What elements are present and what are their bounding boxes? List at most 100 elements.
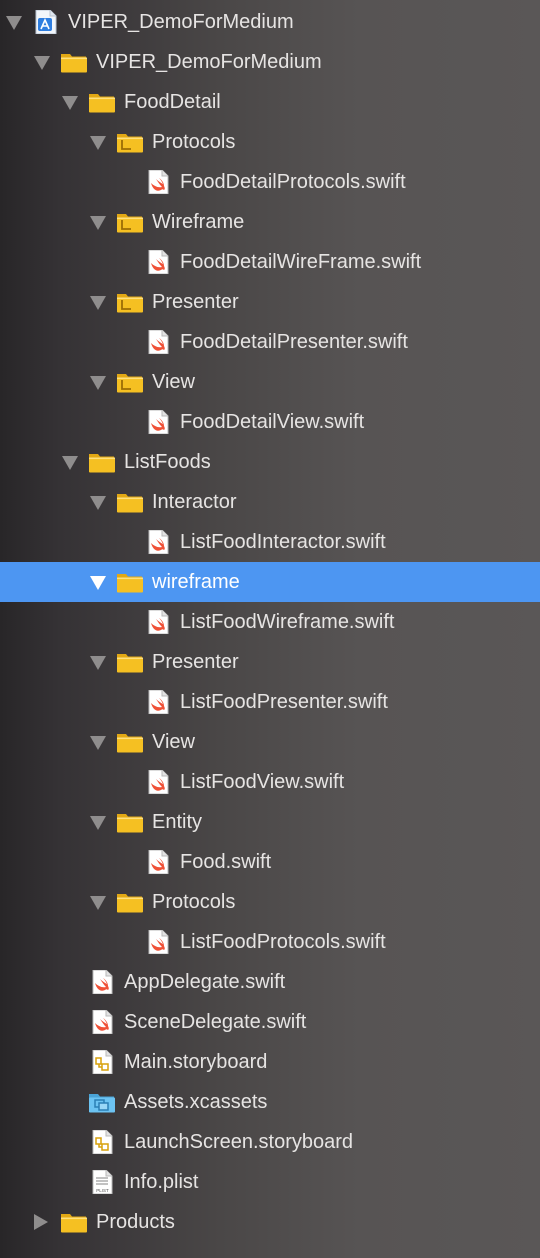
tree-row-label: Presenter (152, 651, 239, 673)
disclosure-triangle-expanded-icon[interactable] (90, 576, 106, 590)
tree-row-fooddetailpresenter-swift[interactable]: FoodDetailPresenter.swift (0, 322, 540, 362)
swift-file-icon (144, 690, 172, 714)
disclosure-triangle-expanded-icon[interactable] (6, 16, 22, 30)
tree-row-listfoodprotocols-swift[interactable]: ListFoodProtocols.swift (0, 922, 540, 962)
tree-row-info-plist[interactable]: PLIST Info.plist (0, 1162, 540, 1202)
tree-row-fooddetail[interactable]: FoodDetail (0, 82, 540, 122)
tree-row-label: FoodDetailPresenter.swift (180, 331, 408, 353)
folder-icon (116, 810, 144, 834)
swift-file-icon (144, 610, 172, 634)
disclosure-triangle-expanded-icon[interactable] (90, 296, 106, 310)
swift-file-icon (88, 970, 116, 994)
swift-file-icon (144, 330, 172, 354)
tree-row-label: SceneDelegate.swift (124, 1011, 307, 1033)
tree-row-protocols[interactable]: Protocols (0, 122, 540, 162)
tree-row-presenter[interactable]: Presenter (0, 282, 540, 322)
disclosure-triangle-expanded-icon[interactable] (90, 656, 106, 670)
swift-file-icon (144, 170, 172, 194)
tree-row-label: Protocols (152, 891, 236, 913)
disclosure-triangle-expanded-icon[interactable] (34, 56, 50, 70)
swift-file-icon (144, 770, 172, 794)
tree-row-label: Presenter (152, 291, 239, 313)
tree-row-label: wireframe (152, 571, 240, 593)
tree-row-food-swift[interactable]: Food.swift (0, 842, 540, 882)
tree-row-label: Protocols (152, 131, 236, 153)
tree-row-view[interactable]: View (0, 722, 540, 762)
folder-icon (60, 1210, 88, 1234)
tree-row-launchscreen-storyboard[interactable]: LaunchScreen.storyboard (0, 1122, 540, 1162)
disclosure-triangle-expanded-icon[interactable] (90, 816, 106, 830)
folder-icon (88, 450, 116, 474)
folder-icon (116, 730, 144, 754)
tree-row-listfoodpresenter-swift[interactable]: ListFoodPresenter.swift (0, 682, 540, 722)
tree-row-main-storyboard[interactable]: Main.storyboard (0, 1042, 540, 1082)
tree-row-label: FoodDetailView.swift (180, 411, 365, 433)
disclosure-triangle-expanded-icon[interactable] (90, 896, 106, 910)
folder-reference-icon (116, 370, 144, 394)
tree-row-assets-xcassets[interactable]: Assets.xcassets (0, 1082, 540, 1122)
tree-row-appdelegate-swift[interactable]: AppDelegate.swift (0, 962, 540, 1002)
tree-row-protocols[interactable]: Protocols (0, 882, 540, 922)
tree-row-label: Entity (152, 811, 203, 833)
swift-file-icon (88, 1010, 116, 1034)
tree-row-scenedelegate-swift[interactable]: SceneDelegate.swift (0, 1002, 540, 1042)
tree-row-viper-demoformedium[interactable]: VIPER_DemoForMedium (0, 2, 540, 42)
disclosure-triangle-expanded-icon[interactable] (90, 496, 106, 510)
plist-file-icon: PLIST (88, 1170, 116, 1194)
tree-row-view[interactable]: View (0, 362, 540, 402)
tree-row-fooddetailview-swift[interactable]: FoodDetailView.swift (0, 402, 540, 442)
tree-row-viper-demoformedium[interactable]: VIPER_DemoForMedium (0, 42, 540, 82)
tree-row-label: Food.swift (180, 851, 272, 873)
storyboard-file-icon (88, 1130, 116, 1154)
tree-row-label: FoodDetailWireFrame.swift (180, 251, 422, 273)
tree-row-presenter[interactable]: Presenter (0, 642, 540, 682)
tree-row-fooddetailwireframe-swift[interactable]: FoodDetailWireFrame.swift (0, 242, 540, 282)
tree-row-wireframe[interactable]: wireframe (0, 562, 540, 602)
tree-row-label: View (152, 731, 195, 753)
disclosure-triangle-expanded-icon[interactable] (90, 216, 106, 230)
tree-row-label: Interactor (152, 491, 237, 513)
tree-row-interactor[interactable]: Interactor (0, 482, 540, 522)
tree-row-wireframe[interactable]: Wireframe (0, 202, 540, 242)
swift-file-icon (144, 850, 172, 874)
file-tree: VIPER_DemoForMedium VIPER_DemoForMedium … (0, 2, 540, 1242)
swift-file-icon (144, 930, 172, 954)
project-navigator: VIPER_DemoForMedium VIPER_DemoForMedium … (0, 0, 540, 1258)
folder-icon (116, 650, 144, 674)
disclosure-triangle-expanded-icon[interactable] (90, 736, 106, 750)
tree-row-label: ListFoods (124, 451, 211, 473)
disclosure-triangle-expanded-icon[interactable] (90, 376, 106, 390)
tree-row-label: ListFoodWireframe.swift (180, 611, 395, 633)
disclosure-triangle-collapsed-icon[interactable] (34, 1214, 48, 1230)
tree-row-label: ListFoodPresenter.swift (180, 691, 388, 713)
folder-icon (116, 570, 144, 594)
folder-icon (116, 490, 144, 514)
folder-icon (88, 90, 116, 114)
tree-row-fooddetailprotocols-swift[interactable]: FoodDetailProtocols.swift (0, 162, 540, 202)
tree-row-listfoodview-swift[interactable]: ListFoodView.swift (0, 762, 540, 802)
tree-row-label: ListFoodInteractor.swift (180, 531, 386, 553)
storyboard-file-icon (88, 1050, 116, 1074)
tree-row-entity[interactable]: Entity (0, 802, 540, 842)
folder-icon (60, 50, 88, 74)
tree-row-label: Info.plist (124, 1171, 199, 1193)
xcode-project-icon (32, 10, 60, 34)
plist-badge: PLIST (96, 1188, 109, 1193)
tree-row-listfoodwireframe-swift[interactable]: ListFoodWireframe.swift (0, 602, 540, 642)
disclosure-triangle-expanded-icon[interactable] (62, 96, 78, 110)
tree-row-products[interactable]: Products (0, 1202, 540, 1242)
tree-row-label: ListFoodProtocols.swift (180, 931, 386, 953)
tree-row-label: Wireframe (152, 211, 245, 233)
disclosure-triangle-expanded-icon[interactable] (90, 136, 106, 150)
swift-file-icon (144, 410, 172, 434)
folder-reference-icon (116, 210, 144, 234)
tree-row-listfoodinteractor-swift[interactable]: ListFoodInteractor.swift (0, 522, 540, 562)
tree-row-label: View (152, 371, 195, 393)
tree-row-label: AppDelegate.swift (124, 971, 286, 993)
tree-row-listfoods[interactable]: ListFoods (0, 442, 540, 482)
disclosure-triangle-expanded-icon[interactable] (62, 456, 78, 470)
asset-catalog-icon (88, 1090, 116, 1114)
tree-row-label: Products (96, 1211, 175, 1233)
tree-row-label: LaunchScreen.storyboard (124, 1131, 354, 1153)
folder-icon (116, 890, 144, 914)
